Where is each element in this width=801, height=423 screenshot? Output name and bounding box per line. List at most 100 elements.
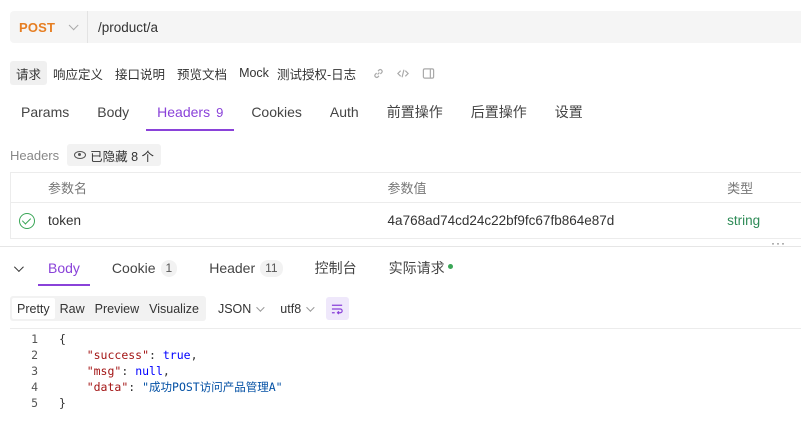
headers-label: Headers [10,147,60,163]
tab-pre-ops[interactable]: 前置操作 [376,93,454,131]
chevron-down-icon [68,19,79,30]
language-label: JSON [217,301,252,316]
code-line: 3 "msg": null, [10,363,801,379]
tab-count: 9 [216,104,224,120]
encoding-select[interactable]: utf8 [280,301,315,316]
panel-divider[interactable] [0,246,801,247]
tab-label: Cookies [251,104,302,120]
json-key: "success" [86,348,150,362]
wrap-lines-button[interactable] [326,297,350,320]
tab-params[interactable]: Params [10,93,80,131]
doc-tabs: 请求 响应定义 接口说明 预览文档 Mock 测试授权-日志 [10,61,435,85]
headers-table: 参数名 参数值 类型 token 4a768ad74cd24c22bf9fc67… [10,172,801,239]
code-text: { [59,332,66,346]
check-circle-icon[interactable] [19,212,35,229]
tab-auth[interactable]: Auth [319,93,370,131]
format-toolbar: Pretty Raw Preview Visualize JSON utf8 [10,296,350,321]
chevron-down-icon [256,302,265,312]
param-name-cell[interactable]: token [11,212,388,229]
doc-tab-api-desc[interactable]: 接口说明 [109,61,171,85]
column-header-type: 类型 [727,181,754,196]
param-type[interactable]: string [727,213,801,228]
code-icon[interactable] [396,66,410,80]
mode-pretty[interactable]: Pretty [12,298,55,319]
tab-label: 实际请求 [388,260,445,276]
more-icon[interactable]: ··· [771,236,786,250]
headers-section: Headers 已隐藏 8 个 [10,143,162,167]
wrap-icon [332,304,343,315]
tab-headers[interactable]: Headers 9 [146,93,235,131]
url-input[interactable]: /product/a [98,20,158,35]
doc-tab-response-def[interactable]: 响应定义 [47,61,109,85]
table-row: token 4a768ad74cd24c22bf9fc67fb864e87d s… [11,203,801,239]
column-header-name: 参数名 [48,181,88,196]
chevron-down-icon [306,302,315,312]
hidden-headers-button[interactable]: 已隐藏 8 个 [67,144,162,166]
tab-label: Body [48,260,80,276]
language-select[interactable]: JSON [217,301,265,316]
tab-settings[interactable]: 设置 [544,93,594,131]
encoding-label: utf8 [280,301,302,316]
json-key: "data" [86,380,129,394]
doc-tab-mock[interactable]: Mock [233,61,275,85]
doc-title[interactable]: 测试授权-日志 [275,61,360,85]
param-name: token [48,213,82,228]
code-line: 4 "data": "成功POST访问产品管理A" [10,379,801,395]
url-bar: POST /product/a [10,11,801,43]
doc-tab-preview[interactable]: 预览文档 [171,61,233,85]
tab-cookies[interactable]: Cookies [240,93,313,131]
code-line: 2 "success": true, [10,347,801,363]
code-text: "msg": null, [86,364,170,378]
view-mode-group: Pretty Raw Preview Visualize [10,296,206,321]
code-line: 1 { [10,331,801,347]
resp-tab-console[interactable]: 控制台 [305,250,367,286]
request-tabs: Params Body Headers 9 Cookies Auth 前置操作 后… [10,93,801,131]
json-value: true [162,348,191,362]
line-number: 5 [31,396,38,410]
resp-tab-actual-request[interactable]: 实际请求 [379,250,463,286]
status-dot-icon [447,264,453,269]
method-select[interactable]: POST [10,11,88,43]
tab-label: 设置 [554,104,583,120]
code-line: 5 } [10,395,801,411]
panel-icon[interactable] [421,66,435,80]
tab-label: Headers [157,104,211,120]
mode-preview[interactable]: Preview [90,298,144,319]
json-key: "msg" [86,364,122,378]
tab-count: 1 [160,259,178,277]
tab-body[interactable]: Body [86,93,140,131]
doc-tab-request[interactable]: 请求 [10,61,48,85]
code-text: "data": "成功POST访问产品管理A" [86,380,283,394]
tab-label: Params [21,104,70,120]
tab-label: 后置操作 [470,104,527,120]
tab-count: 11 [260,259,283,277]
response-code-viewer[interactable]: 1 { 2 "success": true, 3 "msg": null, 4 … [10,328,801,423]
tab-label: Header [209,260,256,276]
resp-tab-cookie[interactable]: Cookie 1 [102,250,187,286]
resp-tab-header[interactable]: Header 11 [199,250,292,286]
response-tabs: Body Cookie 1 Header 11 控制台 实际请求 [10,250,475,286]
tab-label: Auth [329,104,359,120]
line-number: 4 [31,380,38,394]
resp-tab-body[interactable]: Body [38,250,90,286]
json-value: "成功POST访问产品管理A" [142,380,283,394]
tab-post-ops[interactable]: 后置操作 [460,93,538,131]
hidden-headers-label: 已隐藏 8 个 [90,149,155,164]
code-text: "success": true, [86,348,198,362]
mode-raw[interactable]: Raw [55,298,90,319]
method-label: POST [19,19,56,35]
link-icon[interactable] [371,66,385,80]
collapse-chevron-icon[interactable] [10,261,24,275]
mode-visualize[interactable]: Visualize [144,298,204,319]
column-header-value: 参数值 [387,181,427,196]
eye-icon [74,151,87,159]
line-number: 1 [31,332,38,346]
json-value: null [135,364,163,378]
line-number: 2 [31,348,38,362]
line-number: 3 [31,364,38,378]
param-value[interactable]: 4a768ad74cd24c22bf9fc67fb864e87d [388,213,728,228]
tab-label: 控制台 [314,260,357,276]
tab-label: Body [97,104,130,120]
table-header: 参数名 参数值 类型 [11,173,801,203]
tab-label: 前置操作 [386,104,443,120]
